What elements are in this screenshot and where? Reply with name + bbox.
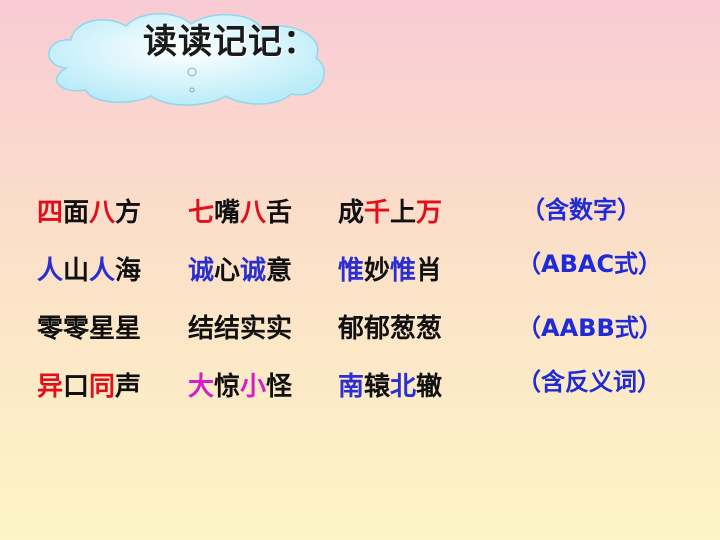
page-title: 读读记记： — [143, 22, 318, 62]
idiom-char: 口 — [63, 372, 90, 402]
idiom-char: 妙 — [364, 256, 391, 286]
idiom-char: 北 — [390, 372, 417, 402]
idiom-char: 上 — [390, 198, 417, 228]
idiom-char: 郁 — [364, 314, 391, 344]
idiom-char: 八 — [240, 198, 267, 228]
idiom-char: 惟 — [390, 256, 417, 286]
idiom-4-1: 异口同声 — [37, 366, 141, 403]
idiom-char: 大 — [188, 372, 215, 402]
row-note-2: （ABAC式） — [517, 250, 663, 278]
idiom-char: 人 — [37, 256, 64, 286]
idiom-char: 异 — [37, 372, 64, 402]
idiom-2-2: 诚心诚意 — [188, 250, 292, 287]
idiom-3-3: 郁郁葱葱 — [338, 308, 442, 345]
idiom-char: 同 — [89, 372, 116, 402]
idiom-char: 惊 — [214, 372, 241, 402]
idiom-char: 葱 — [416, 314, 443, 344]
idiom-char: 星 — [89, 314, 116, 344]
idiom-char: 诚 — [240, 256, 267, 286]
idiom-char: 海 — [115, 256, 142, 286]
idiom-char: 四 — [37, 198, 64, 228]
idiom-char: 实 — [266, 314, 293, 344]
idiom-char: 南 — [338, 372, 365, 402]
idiom-4-2: 大惊小怪 — [188, 366, 292, 403]
idiom-char: 零 — [37, 314, 64, 344]
idiom-char: 怪 — [266, 372, 293, 402]
idiom-char: 零 — [63, 314, 90, 344]
row-note-4: （含反义词） — [517, 368, 661, 396]
idiom-1-3: 成千上万 — [338, 192, 442, 229]
idiom-char: 万 — [416, 198, 443, 228]
idiom-char: 诚 — [188, 256, 215, 286]
idiom-char: 千 — [364, 198, 391, 228]
idiom-char: 辕 — [364, 372, 391, 402]
idiom-char: 心 — [214, 256, 241, 286]
idiom-char: 七 — [188, 198, 215, 228]
idiom-char: 人 — [89, 256, 116, 286]
idiom-1-1: 四面八方 — [37, 192, 141, 229]
idiom-char: 声 — [115, 372, 142, 402]
idiom-3-2: 结结实实 — [188, 308, 292, 345]
idiom-char: 郁 — [338, 314, 365, 344]
idiom-char: 惟 — [338, 256, 365, 286]
idiom-char: 实 — [240, 314, 267, 344]
idiom-3-1: 零零星星 — [37, 308, 141, 345]
idiom-char: 星 — [115, 314, 142, 344]
idiom-2-3: 惟妙惟肖 — [338, 250, 442, 287]
idiom-char: 方 — [115, 198, 142, 228]
idiom-char: 辙 — [416, 372, 443, 402]
idiom-char: 山 — [63, 256, 90, 286]
idiom-1-2: 七嘴八舌 — [188, 192, 292, 229]
idiom-char: 成 — [338, 198, 365, 228]
idiom-4-3: 南辕北辙 — [338, 366, 442, 403]
idiom-char: 面 — [63, 198, 90, 228]
idiom-char: 结 — [188, 314, 215, 344]
idiom-char: 八 — [89, 198, 116, 228]
idiom-char: 肖 — [416, 256, 443, 286]
idiom-char: 意 — [266, 256, 293, 286]
idiom-char: 嘴 — [214, 198, 241, 228]
idiom-char: 舌 — [266, 198, 293, 228]
idiom-char: 小 — [240, 372, 267, 402]
row-note-1: （含数字） — [521, 196, 641, 224]
idiom-char: 葱 — [390, 314, 417, 344]
idiom-char: 结 — [214, 314, 241, 344]
row-note-3: （AABB式） — [517, 314, 663, 342]
idiom-2-1: 人山人海 — [37, 250, 141, 287]
